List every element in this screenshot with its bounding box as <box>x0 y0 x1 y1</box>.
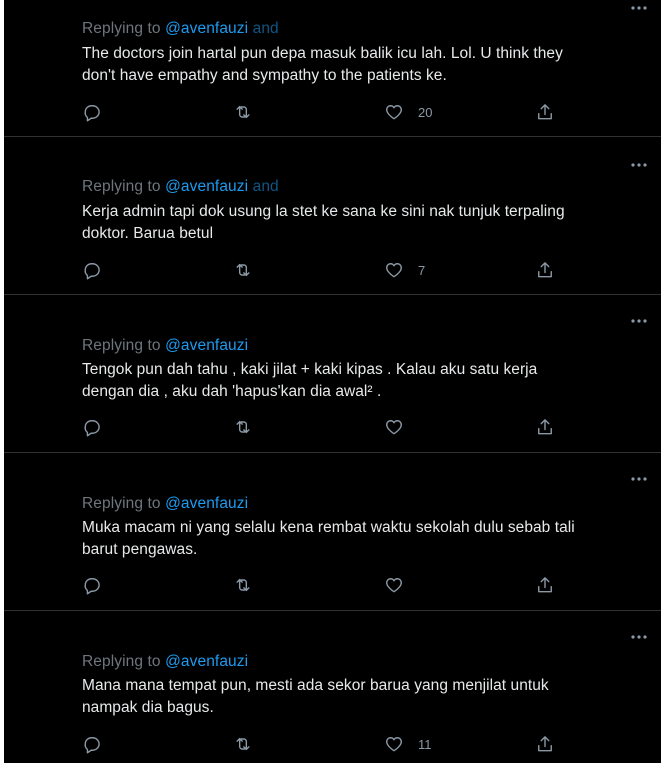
tweet-text-line: dengan dia , aku dah 'hapus'kan dia awal… <box>82 383 382 400</box>
replying-to-line: Replying to @avenfauzi and <box>82 20 279 38</box>
heart-icon <box>386 105 402 120</box>
share-button[interactable] <box>535 574 555 596</box>
heart-icon <box>386 578 402 593</box>
reply-tweet[interactable]: Replying to @avenfauzi and Kerja admin t… <box>4 137 661 295</box>
tweet-text-line: doktor. Barua betul <box>82 225 214 242</box>
retweet-button[interactable] <box>233 101 253 123</box>
reply-tweet[interactable]: Replying to @avenfauzi and The doctors j… <box>4 0 661 137</box>
reply-handle-link[interactable]: @avenfauzi <box>165 653 248 670</box>
tweet-text-line: barut pengawas. <box>82 541 198 558</box>
share-upload-icon <box>538 736 552 752</box>
like-count: 11 <box>418 736 432 752</box>
retweet-button[interactable] <box>233 574 253 596</box>
reply-button[interactable] <box>82 416 102 438</box>
tweet-actions: 7 <box>82 259 562 281</box>
retweet-icon <box>236 420 250 434</box>
heart-icon <box>386 737 402 752</box>
share-button[interactable] <box>535 259 555 281</box>
share-upload-icon <box>538 419 552 435</box>
like-button[interactable] <box>384 416 404 438</box>
tweet-text-line: Mana mana tempat pun, mesti ada sekor ba… <box>82 677 549 694</box>
reply-handle-suffix[interactable]: and <box>253 20 279 37</box>
replying-to-label: Replying to <box>82 20 161 37</box>
tweet-text-line: Kerja admin tapi dok usung la stet ke sa… <box>82 203 565 220</box>
retweet-button[interactable] <box>233 733 253 755</box>
replying-to-label: Replying to <box>82 337 161 354</box>
tweet-actions: 20 <box>82 101 562 123</box>
reply-bubble-icon <box>84 578 100 595</box>
like-count: 7 <box>418 262 426 278</box>
share-upload-icon <box>538 104 552 120</box>
heart-icon <box>386 420 402 435</box>
replying-to-line: Replying to @avenfauzi <box>82 653 248 671</box>
reply-bubble-icon <box>84 105 100 122</box>
reply-button[interactable] <box>82 733 102 755</box>
reply-button[interactable] <box>82 101 102 123</box>
share-upload-icon <box>538 577 552 593</box>
reply-handle-link[interactable]: @avenfauzi <box>165 178 248 195</box>
like-button[interactable]: 11 <box>384 733 432 755</box>
retweet-button[interactable] <box>233 259 253 281</box>
tweet-text: Tengok pun dah tahu , kaki jilat + kaki … <box>82 359 652 403</box>
more-options-icon[interactable] <box>627 0 651 16</box>
retweet-button[interactable] <box>233 416 253 438</box>
replying-to-line: Replying to @avenfauzi <box>82 495 248 513</box>
like-count: 20 <box>418 104 433 120</box>
retweet-icon <box>236 105 250 119</box>
tweet-text-line: Muka macam ni yang selalu kena rembat wa… <box>82 519 575 536</box>
share-button[interactable] <box>535 101 555 123</box>
share-button[interactable] <box>535 416 555 438</box>
retweet-icon <box>236 737 250 751</box>
tweet-text: Muka macam ni yang selalu kena rembat wa… <box>82 517 652 561</box>
more-options-icon[interactable] <box>627 471 651 487</box>
tweet-text: Kerja admin tapi dok usung la stet ke sa… <box>82 201 652 245</box>
like-button[interactable] <box>384 574 404 596</box>
more-options-icon[interactable] <box>627 313 651 329</box>
reply-feed: Replying to @avenfauzi and The doctors j… <box>4 0 661 763</box>
reply-button[interactable] <box>82 574 102 596</box>
replying-to-line: Replying to @avenfauzi <box>82 337 248 355</box>
tweet-actions: 11 <box>82 733 562 755</box>
heart-icon <box>386 263 402 278</box>
reply-bubble-icon <box>84 420 100 437</box>
reply-handle-link[interactable]: @avenfauzi <box>165 337 248 354</box>
reply-handle-link[interactable]: @avenfauzi <box>165 20 248 37</box>
reply-handle-link[interactable]: @avenfauzi <box>165 495 248 512</box>
replying-to-label: Replying to <box>82 495 161 512</box>
replying-to-label: Replying to <box>82 178 161 195</box>
tweet-text: Mana mana tempat pun, mesti ada sekor ba… <box>82 675 652 719</box>
tweet-text-line: The doctors join hartal pun depa masuk b… <box>82 45 563 62</box>
like-button[interactable]: 20 <box>384 101 432 123</box>
tweet-text-line: Tengok pun dah tahu , kaki jilat + kaki … <box>82 361 538 378</box>
more-options-icon[interactable] <box>627 157 651 173</box>
retweet-icon <box>236 263 250 277</box>
reply-bubble-icon <box>84 263 100 280</box>
tweet-text-line: nampak dia bagus. <box>82 699 214 716</box>
reply-bubble-icon <box>84 737 100 754</box>
retweet-icon <box>236 578 250 592</box>
more-options-icon[interactable] <box>627 629 651 645</box>
reply-button[interactable] <box>82 259 102 281</box>
reply-tweet[interactable]: Replying to @avenfauzi Muka macam ni yan… <box>4 453 661 611</box>
replying-to-label: Replying to <box>82 653 161 670</box>
tweet-text: The doctors join hartal pun depa masuk b… <box>82 43 652 87</box>
share-button[interactable] <box>535 733 555 755</box>
tweet-actions <box>82 574 562 596</box>
reply-handle-suffix[interactable]: and <box>253 178 279 195</box>
tweet-text-line: don't have empathy and sympathy to the p… <box>82 67 447 84</box>
replying-to-line: Replying to @avenfauzi and <box>82 178 279 196</box>
reply-tweet[interactable]: Replying to @avenfauzi Mana mana tempat … <box>4 611 661 763</box>
share-upload-icon <box>538 262 552 278</box>
tweet-actions <box>82 416 562 438</box>
reply-tweet[interactable]: Replying to @avenfauzi Tengok pun dah ta… <box>4 295 661 453</box>
like-button[interactable]: 7 <box>384 259 425 281</box>
